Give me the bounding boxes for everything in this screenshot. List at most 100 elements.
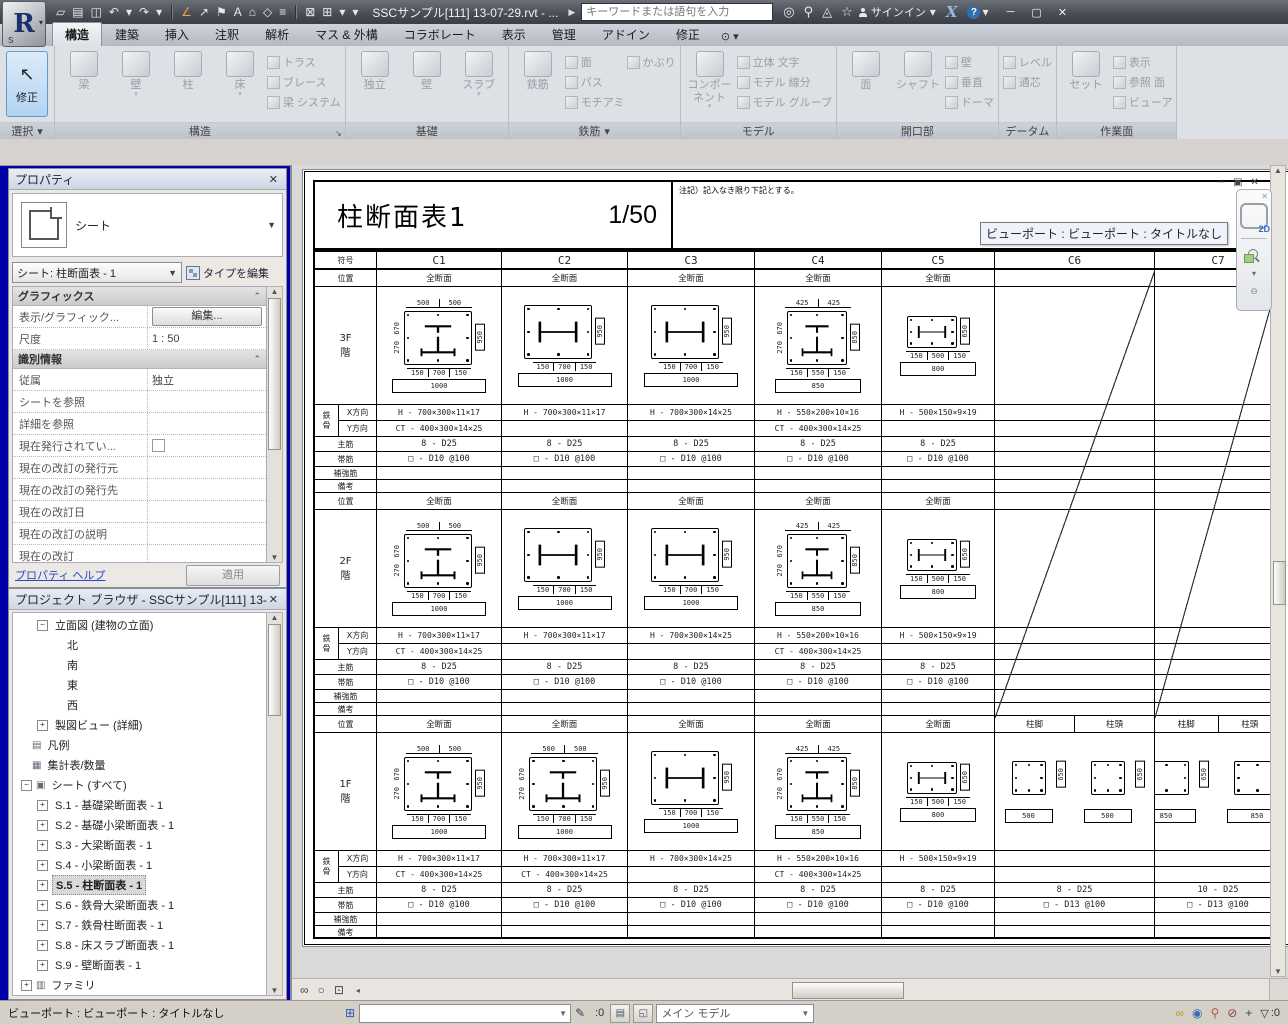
workset-dropdown[interactable]: ▼: [359, 1004, 571, 1023]
qat-customize-icon[interactable]: ▾: [352, 5, 358, 19]
expand-icon[interactable]: +: [37, 960, 48, 971]
browser-item[interactable]: +▥ファミリ: [13, 975, 266, 995]
scrollbar-thumb[interactable]: [268, 624, 281, 716]
column-section-diagram[interactable]: 500650500650: [1005, 761, 1145, 823]
steering-wheel-2d-icon[interactable]: [1240, 203, 1268, 229]
column-section-diagram[interactable]: 650150500150800: [900, 762, 976, 822]
expand-icon[interactable]: +: [37, 940, 48, 951]
param-value[interactable]: [148, 413, 266, 434]
thin-lines-icon[interactable]: ≡: [279, 5, 286, 19]
big-button-スラブ[interactable]: スラブ▾: [454, 48, 504, 96]
small-button-レベル[interactable]: レベル: [1003, 54, 1052, 70]
edit-button[interactable]: 編集...: [152, 307, 262, 326]
apply-button[interactable]: 適用: [186, 565, 280, 586]
big-button-鉄筋[interactable]: 鉄筋: [513, 48, 563, 92]
communication-center-icon[interactable]: ◬: [822, 4, 832, 20]
param-value[interactable]: [148, 391, 266, 412]
tab-コラボレート[interactable]: コラボレート: [391, 22, 489, 46]
scrollbar-thumb[interactable]: [1273, 561, 1286, 605]
section-cell[interactable]: 650150500150800: [882, 733, 995, 850]
editable-only-icon[interactable]: ✎: [575, 1006, 585, 1020]
modify-button[interactable]: ↖ 修正: [6, 51, 48, 117]
param-value[interactable]: 1 : 50: [148, 328, 266, 349]
text-icon[interactable]: A: [234, 5, 242, 19]
expand-icon[interactable]: +: [37, 900, 48, 911]
column-section-diagram[interactable]: 5005006702709501507001501000: [392, 745, 486, 839]
project-browser-header[interactable]: プロジェクト ブラウザ - SSCサンプル[111] 13-... ✕: [9, 589, 286, 610]
tab-注釈[interactable]: 注釈: [202, 22, 252, 46]
section-icon[interactable]: ◇: [263, 5, 272, 19]
section-cell[interactable]: [1155, 510, 1281, 627]
param-value[interactable]: 編集...: [148, 306, 266, 327]
navbar-close-icon[interactable]: ✕: [1261, 192, 1268, 201]
subscription-key-icon[interactable]: ⚲: [804, 4, 814, 20]
column-section-diagram[interactable]: 9501507001501000: [644, 305, 738, 387]
tab-挿入[interactable]: 挿入: [152, 22, 202, 46]
column-section-diagram[interactable]: 850650850650: [1155, 761, 1281, 823]
search-icon[interactable]: ◎: [783, 4, 794, 20]
switch-windows-caret-icon[interactable]: ▾: [339, 5, 345, 19]
panel-label-構造[interactable]: 構造↘: [55, 122, 345, 139]
ribbon-display-toggle[interactable]: ⊙ ▾: [721, 30, 739, 46]
select-underlay-icon[interactable]: ◉: [1192, 1006, 1202, 1020]
horizontal-scrollbar[interactable]: ◂: [352, 979, 1269, 1001]
expand-icon[interactable]: +: [37, 880, 48, 891]
dialog-launcher-icon[interactable]: ↘: [335, 129, 342, 138]
tab-建築[interactable]: 建築: [102, 22, 152, 46]
browser-item[interactable]: ▦集計表/数量: [13, 755, 266, 775]
scrollbar-thumb[interactable]: [268, 298, 281, 450]
big-button-独立[interactable]: 独立: [350, 48, 400, 92]
column-section-diagram[interactable]: 425425670270850150550150850: [775, 745, 861, 839]
section-cell[interactable]: 425425670270850150550150850: [755, 287, 882, 404]
properties-header[interactable]: プロパティ ✕: [9, 169, 286, 190]
design-option-dropdown[interactable]: メイン モデル ▼: [656, 1004, 814, 1023]
column-section-diagram[interactable]: 9501507001501000: [518, 528, 612, 610]
section-cell[interactable]: 5005006702709501507001501000: [377, 510, 502, 627]
column-section-diagram[interactable]: 650150500150800: [900, 316, 976, 376]
browser-item[interactable]: +S.7 - 鉄骨柱断面表 - 1: [13, 915, 266, 935]
close-hidden-windows-icon[interactable]: ⊠: [305, 5, 315, 19]
small-button-垂直[interactable]: 垂直: [945, 74, 994, 90]
column-section-diagram[interactable]: 5005006702709501507001501000: [518, 745, 612, 839]
properties-help-link[interactable]: プロパティ ヘルプ: [15, 567, 178, 583]
column-section-diagram[interactable]: 5005006702709501507001501000: [392, 299, 486, 393]
browser-item[interactable]: 西: [13, 695, 266, 715]
measure-icon[interactable]: ∠: [181, 5, 192, 19]
panel-label-基礎[interactable]: 基礎: [346, 122, 508, 139]
navbar-collapse-icon[interactable]: ⊖: [1250, 286, 1258, 297]
big-button-梁[interactable]: 梁: [59, 48, 109, 92]
temporary-hide-isolate-icon[interactable]: ○: [318, 983, 325, 997]
column-section-diagram[interactable]: 5005006702709501507001501000: [392, 522, 486, 616]
expand-icon[interactable]: +: [37, 840, 48, 851]
small-button-面[interactable]: 面: [565, 54, 625, 70]
small-button-トラス[interactable]: トラス: [267, 54, 341, 70]
small-button-ビューア[interactable]: ビューア: [1113, 94, 1173, 110]
exchange-apps-icon[interactable]: X: [946, 3, 958, 21]
section-cell[interactable]: 425425670270850150550150850: [755, 510, 882, 627]
undo-caret-icon[interactable]: ▾: [126, 5, 132, 19]
sign-in-button[interactable]: サインイン ▾: [859, 4, 936, 20]
browser-item[interactable]: 東: [13, 675, 266, 695]
restore-button[interactable]: ▢: [1028, 6, 1044, 19]
expand-icon[interactable]: +: [37, 860, 48, 871]
type-selector[interactable]: シート ▼: [12, 193, 283, 257]
help-search-input[interactable]: [581, 3, 773, 21]
small-button-かぶり[interactable]: かぶり: [627, 54, 676, 70]
small-button-壁[interactable]: 壁: [945, 54, 994, 70]
redo-icon[interactable]: ↷: [139, 5, 149, 19]
expand-icon[interactable]: +: [37, 800, 48, 811]
view-minimize-button[interactable]: ─: [1218, 177, 1225, 188]
column-section-diagram[interactable]: 9501507001501000: [644, 751, 738, 833]
section-cell[interactable]: [995, 510, 1155, 627]
expand-icon[interactable]: +: [37, 820, 48, 831]
section-cell[interactable]: 5005006702709501507001501000: [377, 733, 502, 850]
section-cell[interactable]: 9501507001501000: [628, 733, 755, 850]
zoom-options-caret-icon[interactable]: ▾: [1252, 269, 1256, 278]
select-links-icon[interactable]: ∞: [1175, 1006, 1184, 1020]
vertical-scrollbar[interactable]: ▲ ▼: [1270, 165, 1286, 977]
param-group-グラフィックス[interactable]: グラフィックス⌃: [13, 287, 266, 306]
close-icon[interactable]: ✕: [267, 593, 280, 606]
transfer-icon[interactable]: ◫: [91, 5, 102, 19]
drag-on-selection-icon[interactable]: +: [1245, 1006, 1252, 1020]
small-button-モチアミ[interactable]: モチアミ: [565, 94, 625, 110]
